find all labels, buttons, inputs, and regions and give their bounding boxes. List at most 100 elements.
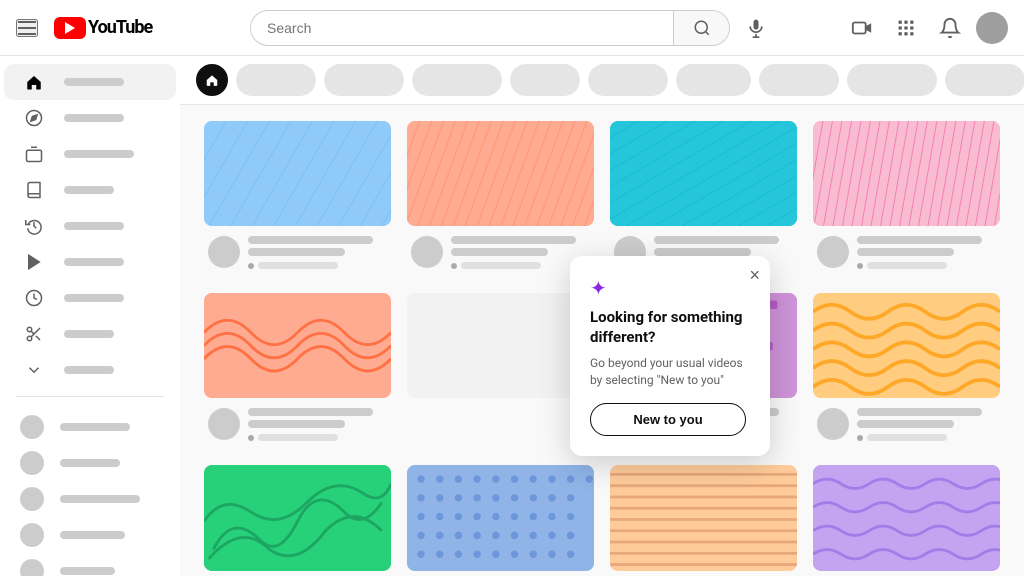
- video-info: [248, 236, 387, 269]
- home-icon: [24, 72, 44, 92]
- video-info: [248, 408, 387, 441]
- search-bar: [250, 10, 730, 46]
- filter-chip-skeleton[interactable]: [510, 64, 580, 96]
- sidebar-sub-item[interactable]: [0, 553, 180, 576]
- filter-chip-skeleton[interactable]: [676, 64, 751, 96]
- notifications-button[interactable]: [932, 10, 968, 46]
- search-icon: [693, 19, 711, 37]
- sidebar-item-history[interactable]: [4, 208, 176, 244]
- subs-label-line: [64, 150, 134, 158]
- video-titles: [857, 236, 996, 256]
- sidebar-item-subscriptions[interactable]: [4, 136, 176, 172]
- sub-avatar: [20, 559, 44, 576]
- video-thumbnail: [407, 293, 594, 398]
- sub-label: [60, 495, 140, 503]
- history-label: [64, 222, 124, 230]
- chevron-down-icon: [24, 360, 44, 380]
- video-card: [805, 293, 1008, 465]
- filter-chip-skeleton[interactable]: [324, 64, 404, 96]
- filter-chip-skeleton[interactable]: [847, 64, 937, 96]
- video-thumbnail[interactable]: [407, 465, 594, 570]
- filter-chip-skeleton[interactable]: [412, 64, 502, 96]
- sub-avatar: [20, 487, 44, 511]
- channel-avatar: [208, 408, 240, 440]
- sidebar-sub-item[interactable]: [0, 409, 180, 445]
- sidebar-item-explore[interactable]: [4, 100, 176, 136]
- video-dot: [248, 435, 254, 441]
- sub-avatar: [20, 523, 44, 547]
- menu-button[interactable]: [16, 19, 38, 37]
- filter-chip-skeleton[interactable]: [945, 64, 1024, 96]
- sidebar-item-library[interactable]: [4, 172, 176, 208]
- account-avatar[interactable]: [976, 12, 1008, 44]
- video-titles: [248, 408, 387, 428]
- search-button[interactable]: [673, 10, 729, 46]
- video-title-line-2: [654, 248, 751, 256]
- video-info: [451, 236, 590, 269]
- video-dot: [451, 263, 457, 269]
- search-input[interactable]: [251, 20, 673, 36]
- video-thumbnail[interactable]: [407, 121, 594, 226]
- wl-label-line: [64, 294, 124, 302]
- sidebar-item-more[interactable]: [4, 352, 176, 388]
- sidebar-sub-item[interactable]: [0, 481, 180, 517]
- channel-avatar: [411, 236, 443, 268]
- clips-label-line: [64, 330, 114, 338]
- subscriptions-label: [64, 150, 134, 158]
- explore-label-line: [64, 114, 124, 122]
- video-title-line-2: [451, 248, 548, 256]
- sidebar-sub-item[interactable]: [0, 445, 180, 481]
- video-thumbnail[interactable]: [813, 293, 1000, 398]
- play-icon: [24, 252, 44, 272]
- popup-title: Looking for something different?: [590, 308, 746, 347]
- video-stat-line: [461, 262, 541, 269]
- explore-label: [64, 114, 124, 122]
- youtube-logo[interactable]: YouTube: [54, 17, 152, 39]
- video-thumbnail[interactable]: [813, 121, 1000, 226]
- new-to-you-button[interactable]: New to you: [590, 403, 746, 436]
- video-dot: [248, 263, 254, 269]
- popup-description: Go beyond your usual videos by selecting…: [590, 355, 746, 389]
- sidebar-item-videos[interactable]: [4, 244, 176, 280]
- mic-button[interactable]: [738, 10, 774, 46]
- filter-chip-skeleton[interactable]: [588, 64, 668, 96]
- sub-label: [60, 423, 130, 431]
- sidebar-sub-item[interactable]: [0, 517, 180, 553]
- sub-label: [60, 531, 125, 539]
- video-card: [805, 121, 1008, 293]
- video-stats: [248, 262, 387, 269]
- library-label: [64, 186, 114, 194]
- library-icon: [24, 180, 44, 200]
- channel-avatar: [817, 236, 849, 268]
- create-button[interactable]: [844, 10, 880, 46]
- video-thumbnail[interactable]: [813, 465, 1000, 570]
- video-title-line-1: [857, 408, 982, 416]
- filter-chip-skeleton[interactable]: [759, 64, 839, 96]
- video-thumbnail[interactable]: [204, 465, 391, 570]
- sidebar-item-watch-later[interactable]: [4, 280, 176, 316]
- video-stat-line: [258, 262, 338, 269]
- header-center: [196, 10, 828, 46]
- sidebar-item-home[interactable]: [4, 64, 176, 100]
- video-dot: [857, 435, 863, 441]
- video-title-line-1: [451, 236, 576, 244]
- clock-icon: [24, 288, 44, 308]
- video-thumbnail[interactable]: [204, 293, 391, 398]
- sparkle-icon: ✦: [590, 276, 746, 300]
- sidebar-divider-1: [16, 396, 164, 397]
- sidebar: [0, 56, 180, 576]
- history-icon: [24, 216, 44, 236]
- video-card: [196, 465, 399, 576]
- filter-chip-all[interactable]: [196, 64, 228, 96]
- apps-button[interactable]: [888, 10, 924, 46]
- video-stat-line: [258, 434, 338, 441]
- video-title-line-1: [857, 236, 982, 244]
- video-card: [196, 293, 399, 465]
- video-thumbnail[interactable]: [610, 121, 797, 226]
- filter-chip-skeleton[interactable]: [236, 64, 316, 96]
- sidebar-item-clips[interactable]: [4, 316, 176, 352]
- sub-label: [60, 567, 115, 575]
- popup-close-button[interactable]: ×: [749, 266, 760, 284]
- video-thumbnail[interactable]: [204, 121, 391, 226]
- video-thumbnail[interactable]: [610, 465, 797, 570]
